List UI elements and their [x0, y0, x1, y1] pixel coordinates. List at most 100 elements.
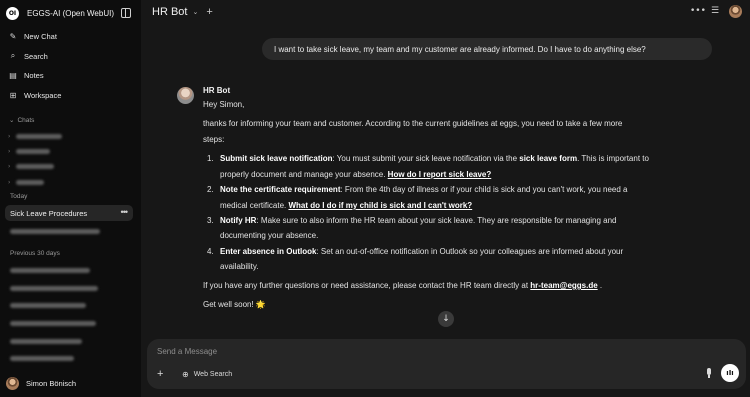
- step-text: documenting your absence.: [220, 231, 319, 240]
- chevron-down-icon: ⌄: [9, 117, 15, 124]
- notes-label: Notes: [24, 70, 44, 80]
- bot-intro-line: thanks for informing your team and custo…: [203, 119, 623, 128]
- step-text: : You must submit your sick leave notifi…: [332, 154, 520, 163]
- chat-item[interactable]: [8, 318, 96, 328]
- step-bold: sick leave form: [519, 154, 578, 163]
- hr-email-link[interactable]: hr-team@eggs.de: [530, 281, 597, 290]
- sidebar-toggle-icon[interactable]: [121, 8, 131, 18]
- user-name: Simon Bönisch: [26, 378, 77, 388]
- active-chat-item[interactable]: Sick Leave Procedures •••: [5, 205, 133, 221]
- chat-item[interactable]: [8, 265, 90, 275]
- more-options-icon[interactable]: •••: [121, 207, 129, 217]
- step-text: availability.: [220, 262, 259, 271]
- contact-end: .: [597, 281, 603, 290]
- microphone-icon[interactable]: [705, 368, 713, 378]
- list-text: medical certificate. What do I do if my …: [220, 198, 472, 214]
- user-menu[interactable]: Simon Bönisch: [6, 376, 76, 390]
- user-avatar-icon[interactable]: [729, 5, 742, 18]
- chat-item[interactable]: [8, 283, 98, 293]
- search-button[interactable]: ⌕ Search: [8, 49, 48, 63]
- chevron-right-icon: ›: [8, 132, 11, 140]
- controls-icon[interactable]: ☰: [711, 6, 719, 18]
- globe-icon: ⊕: [182, 370, 189, 379]
- bot-intro-line: steps:: [203, 135, 225, 144]
- web-search-label: Web Search: [193, 371, 233, 378]
- blurred-chat-title: [16, 163, 54, 169]
- user-message-bubble: I want to take sick leave, my team and m…: [262, 38, 712, 60]
- search-label: Search: [24, 51, 48, 61]
- chat-item[interactable]: [8, 226, 100, 236]
- model-selector[interactable]: HR Bot ⌄ +: [152, 6, 213, 18]
- list-number: 4.: [207, 247, 214, 256]
- step-text: : Make sure to also inform the HR team a…: [256, 216, 617, 225]
- voice-mode-button[interactable]: ıIı: [721, 364, 739, 382]
- chats-label: Chats: [17, 117, 35, 124]
- blurred-chat-title: [16, 133, 62, 139]
- notes-button[interactable]: ▤ Notes: [8, 68, 44, 82]
- new-chat-button[interactable]: ✎ New Chat: [8, 29, 57, 43]
- contact-line: If you have any further questions or nee…: [203, 278, 602, 294]
- scroll-to-bottom-button[interactable]: ↓: [438, 311, 454, 327]
- waveform-icon: ıIı: [726, 369, 734, 377]
- step-text: medical certificate.: [220, 201, 289, 210]
- new-chat-label: New Chat: [24, 31, 57, 41]
- blurred-chat-title: [10, 302, 86, 308]
- chats-section-toggle[interactable]: ⌄ Chats: [9, 116, 34, 124]
- arrow-down-icon: ↓: [442, 314, 450, 324]
- chat-item[interactable]: [8, 336, 82, 346]
- more-options-icon[interactable]: •••: [690, 6, 706, 18]
- folder-item[interactable]: ›: [8, 131, 62, 141]
- chat-item[interactable]: [8, 353, 74, 363]
- step-text: properly document and manage your absenc…: [220, 170, 388, 179]
- list-text: Notify HR: Make sure to also inform the …: [220, 213, 617, 229]
- step-title: Enter absence in Outlook: [220, 247, 317, 256]
- folder-item[interactable]: ›: [8, 177, 44, 187]
- closing-line: Get well soon! 🌟: [203, 300, 266, 309]
- chevron-down-icon: ⌄: [192, 8, 199, 16]
- blurred-chat-title: [10, 338, 82, 344]
- bot-greeting: Hey Simon,: [203, 100, 245, 109]
- user-message-text: I want to take sick leave, my team and m…: [274, 44, 646, 54]
- list-text: Submit sick leave notification: You must…: [220, 151, 649, 167]
- list-number: 3.: [207, 216, 214, 225]
- chat-item[interactable]: [8, 300, 86, 310]
- step-text: : Set an out-of-office notification in O…: [316, 247, 624, 256]
- add-model-icon[interactable]: +: [206, 6, 212, 18]
- blurred-chat-title: [10, 267, 90, 273]
- blurred-chat-title: [10, 320, 96, 326]
- brand[interactable]: OI EGGS-AI (Open WebUI): [6, 6, 114, 20]
- add-attachment-icon[interactable]: +: [157, 368, 163, 380]
- bot-avatar: [177, 87, 194, 104]
- message-input[interactable]: Send a Message: [157, 347, 217, 356]
- blurred-chat-title: [10, 355, 74, 361]
- workspace-button[interactable]: ⊞ Workspace: [8, 88, 62, 102]
- web-search-toggle[interactable]: ⊕ Web Search: [182, 370, 232, 379]
- step-title: Note the certificate requirement: [220, 185, 341, 194]
- bot-name: HR Bot: [203, 86, 231, 95]
- app-logo: OI: [6, 6, 19, 20]
- today-label: Today: [10, 193, 28, 200]
- child-sick-link[interactable]: What do I do if my child is sick and I c…: [288, 201, 472, 210]
- folder-item[interactable]: ›: [8, 146, 50, 156]
- folder-item[interactable]: ›: [8, 161, 54, 171]
- chevron-right-icon: ›: [8, 178, 11, 186]
- list-number: 2.: [207, 185, 214, 194]
- notes-icon: ▤: [9, 70, 17, 80]
- contact-text: If you have any further questions or nee…: [203, 281, 531, 290]
- blurred-chat-title: [16, 148, 50, 154]
- step-title: Notify HR: [220, 216, 257, 225]
- list-number: 1.: [207, 154, 214, 163]
- step-text: : From the 4th day of illness or if your…: [340, 185, 628, 194]
- sidebar: OI EGGS-AI (Open WebUI) ✎ New Chat ⌕ Sea…: [0, 0, 141, 397]
- chevron-right-icon: ›: [8, 147, 11, 155]
- message-composer: Send a Message + ⊕ Web Search ıIı: [147, 339, 746, 389]
- workspace-label: Workspace: [24, 90, 62, 100]
- active-chat-title: Sick Leave Procedures: [10, 208, 88, 218]
- workspace-icon: ⊞: [9, 90, 17, 100]
- sick-leave-link[interactable]: How do I report sick leave?: [388, 170, 492, 179]
- blurred-chat-title: [16, 179, 44, 185]
- blurred-chat-title: [10, 228, 100, 234]
- step-title: Submit sick leave notification: [220, 154, 333, 163]
- blurred-chat-title: [10, 285, 98, 291]
- search-icon: ⌕: [10, 51, 16, 60]
